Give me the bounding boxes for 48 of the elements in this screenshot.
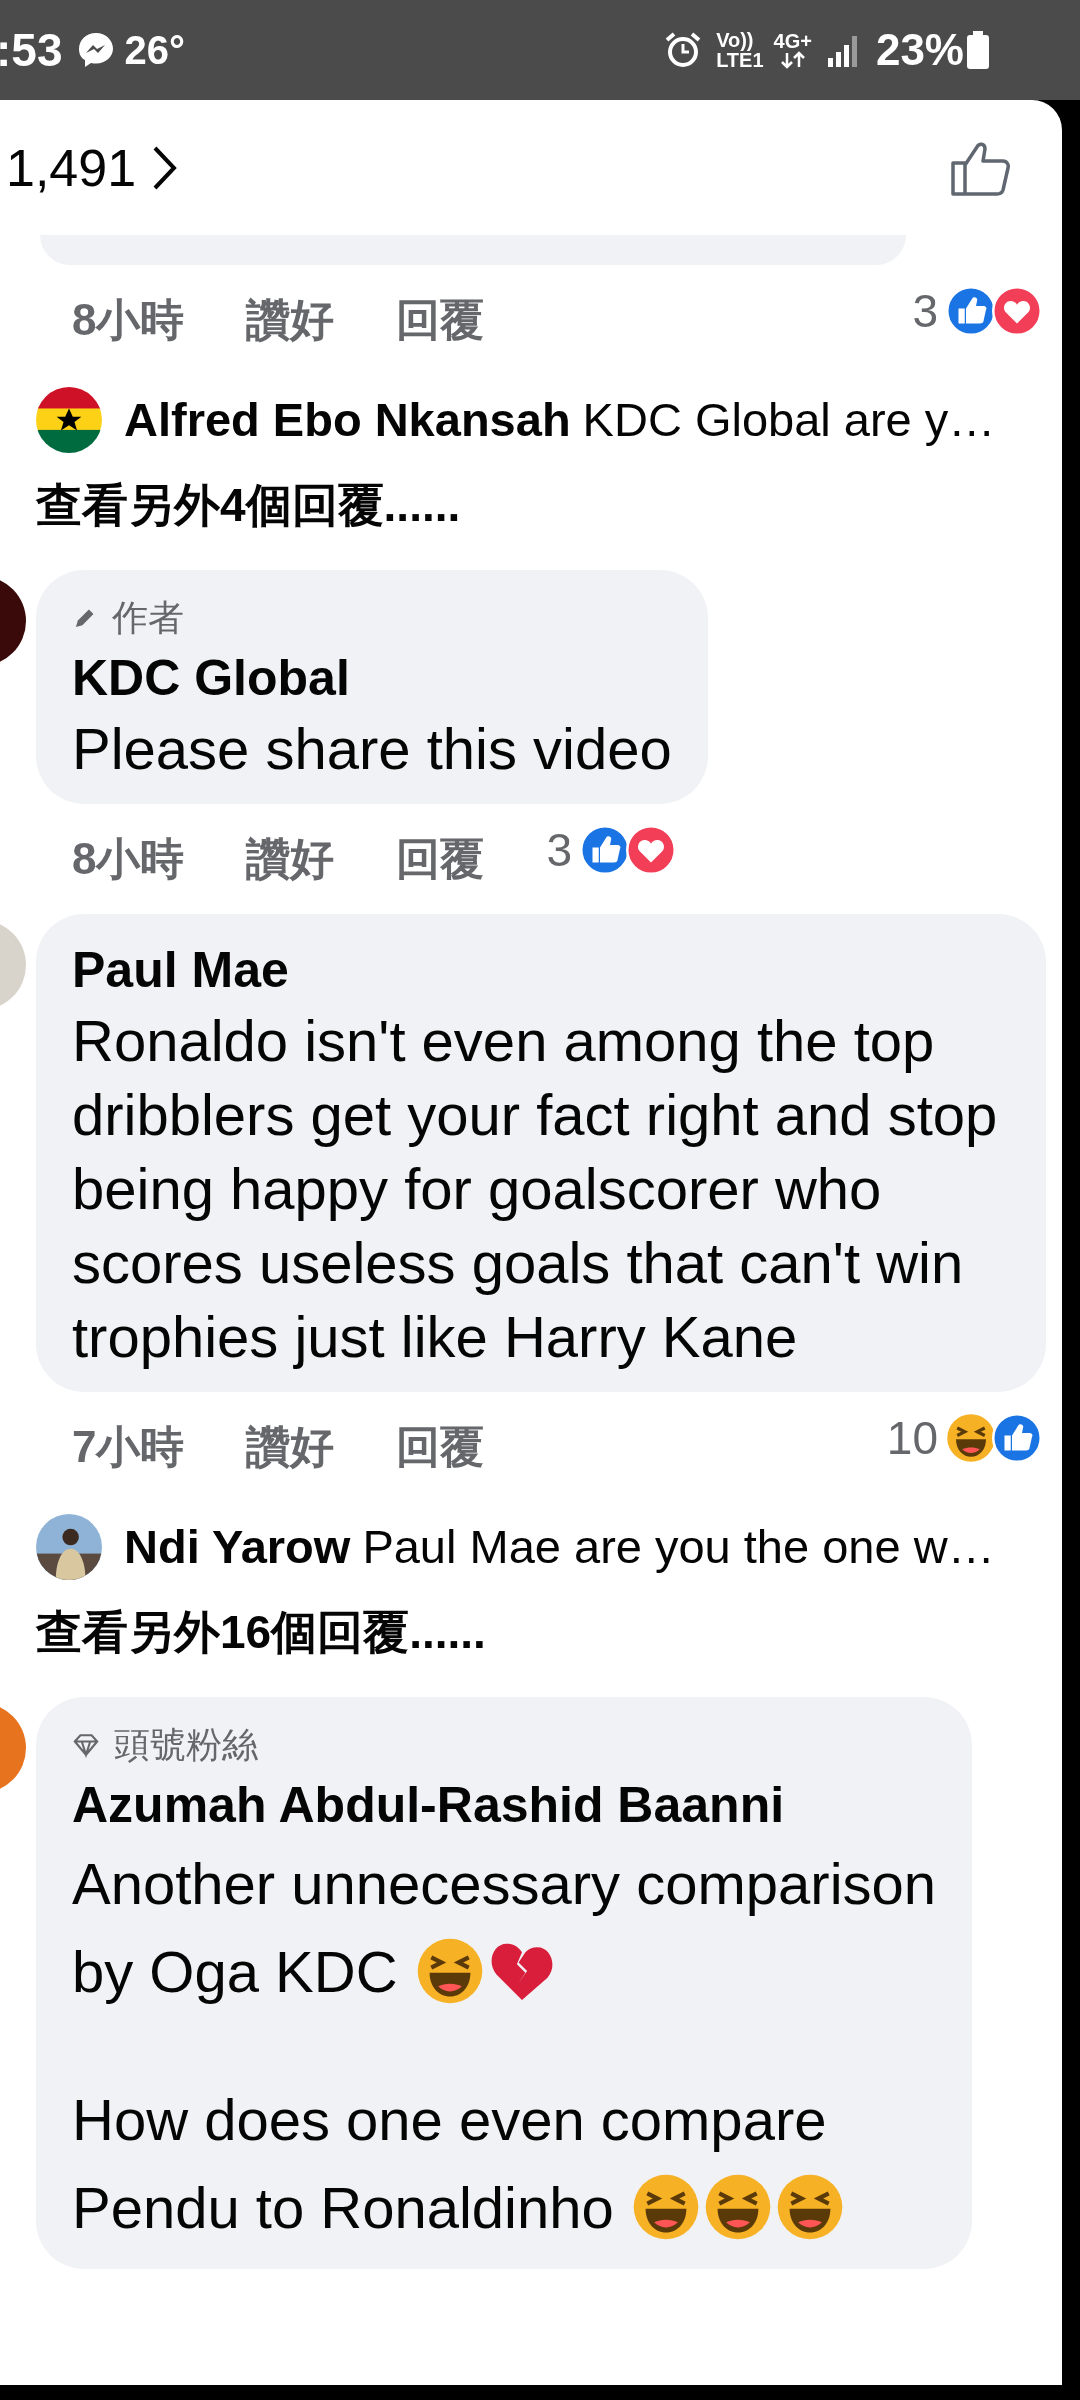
chevron-right-icon[interactable] — [152, 144, 179, 191]
comment-text: Another unnecessary comparison — [72, 1849, 937, 1918]
comment-text: Ronaldo isn't even among the top dribblers get your fact right and stop being happy for goalscorer who scores useless goals that can't win trophies just like Harry Kane — [72, 1007, 999, 1371]
avatar[interactable] — [36, 387, 102, 453]
comment-text: Pendu to Ronaldinho — [72, 2173, 614, 2242]
view-more-replies-link[interactable]: 查看另外16個回覆...... — [36, 1597, 486, 1667]
reply-text[interactable]: KDC Global are y… — [582, 384, 996, 456]
commenter-name[interactable]: KDC Global — [72, 644, 672, 712]
diamond-icon — [72, 1731, 100, 1759]
volte-label: Vo)) — [716, 30, 755, 50]
reply-link[interactable]: 回覆 — [396, 826, 485, 892]
badge-label: 作者 — [112, 596, 184, 640]
timestamp: 8小時 — [72, 294, 185, 346]
commenter-name[interactable]: Paul Mae — [72, 936, 1010, 1004]
reaction-count[interactable]: 3 — [546, 825, 573, 875]
lte-label: LTE1 — [716, 50, 764, 70]
like-link[interactable]: 讚好 — [246, 1414, 335, 1480]
commenter-name[interactable]: Alfred Ebo Nkansah — [124, 384, 571, 456]
battery-icon — [966, 31, 990, 69]
comment-text: How does one even compare — [72, 2085, 827, 2154]
reaction-count[interactable]: 1,491 — [6, 128, 137, 207]
commenter-name[interactable]: Ndi Yarow — [124, 1511, 351, 1583]
comment-text: by Oga KDC — [72, 1937, 398, 2006]
like-link[interactable]: 讚好 — [246, 826, 335, 892]
view-more-replies-link[interactable]: 查看另外4個回覆...... — [36, 470, 461, 540]
reaction-count[interactable]: 10 — [886, 1413, 938, 1463]
timestamp: 8小時 — [72, 833, 185, 885]
reply-link[interactable]: 回覆 — [396, 287, 485, 353]
clock: :53 — [0, 22, 63, 78]
laughing-face-icon — [631, 2173, 700, 2241]
reply-link[interactable]: 回覆 — [396, 1414, 485, 1480]
laughing-face-icon — [703, 2173, 772, 2241]
laughing-face-icon — [415, 1937, 484, 2005]
badge-label: 頭號粉絲 — [114, 1723, 258, 1767]
commenter-name[interactable]: Azumah Abdul-Rashid Baanni — [72, 1771, 937, 1839]
battery-percent: 23% — [875, 24, 964, 76]
reaction-count[interactable]: 3 — [912, 286, 938, 336]
network-type: 4G+ — [773, 31, 812, 51]
like-icon — [946, 286, 996, 336]
like-icon — [992, 1413, 1042, 1463]
reply-text[interactable]: Paul Mae are you the one w… — [362, 1511, 995, 1583]
alarm-icon — [664, 31, 703, 69]
laughing-face-icon — [775, 2173, 844, 2241]
temperature: 26° — [124, 27, 185, 74]
laughing-face-icon — [946, 1413, 996, 1463]
comment-text: Please share this video — [72, 715, 672, 783]
timestamp: 7小時 — [72, 1421, 185, 1473]
like-link[interactable]: 讚好 — [246, 287, 335, 353]
